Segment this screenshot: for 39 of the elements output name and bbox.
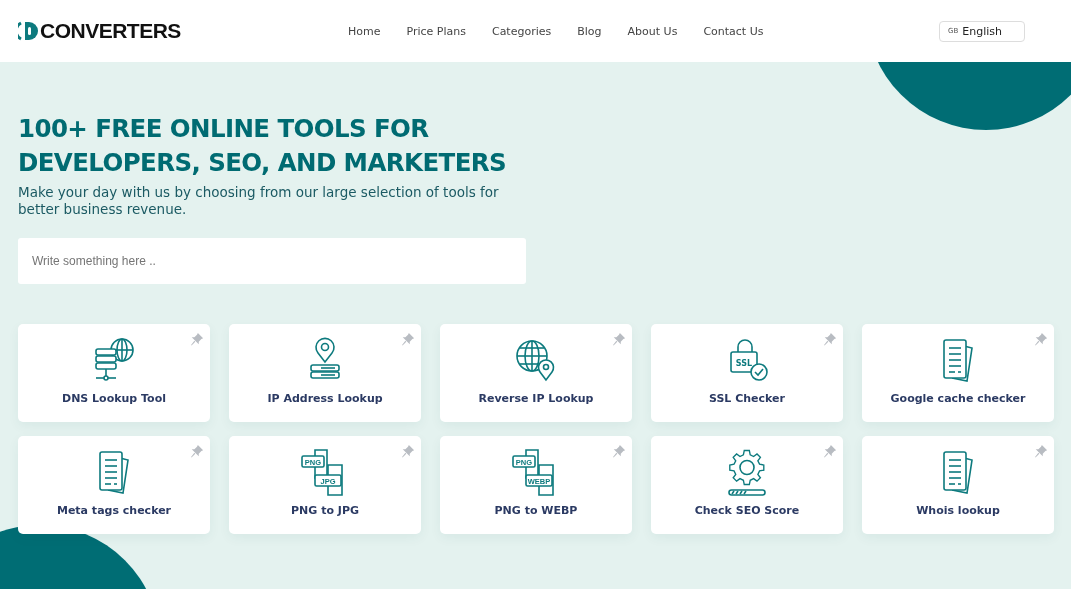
- pin-icon[interactable]: [612, 332, 626, 346]
- tool-name: Meta tags checker: [56, 504, 172, 517]
- tool-card[interactable]: Whois lookup: [862, 436, 1054, 534]
- tool-name: Google cache checker: [890, 392, 1026, 405]
- tool-card[interactable]: DNS Lookup Tool: [18, 324, 210, 422]
- logo-icon: [18, 20, 38, 42]
- tool-card[interactable]: Meta tags checker: [18, 436, 210, 534]
- tool-card[interactable]: SSL SSL Checker: [651, 324, 843, 422]
- hero-subtitle: Make your day with us by choosing from our large selection of tools for better business revenue.: [18, 184, 500, 218]
- tool-name: PNG to WEBP: [494, 504, 578, 517]
- tool-card[interactable]: Google cache checker: [862, 324, 1054, 422]
- tool-card[interactable]: IP Address Lookup: [229, 324, 421, 422]
- pin-icon[interactable]: [1034, 444, 1048, 458]
- tool-name: DNS Lookup Tool: [62, 392, 166, 405]
- pin-icon[interactable]: [401, 444, 415, 458]
- tool-name: Check SEO Score: [694, 504, 800, 517]
- tool-card[interactable]: Check SEO Score: [651, 436, 843, 534]
- pin-icon[interactable]: [190, 444, 204, 458]
- pin-icon[interactable]: [823, 332, 837, 346]
- pin-icon[interactable]: [1034, 332, 1048, 346]
- pin-icon[interactable]: [612, 444, 626, 458]
- pin-icon[interactable]: [823, 444, 837, 458]
- logo-text[interactable]: CONVERTERS: [40, 19, 181, 43]
- tool-name: Reverse IP Lookup: [478, 392, 594, 405]
- nav-link[interactable]: About Us: [627, 24, 678, 38]
- nav-link[interactable]: Categories: [491, 24, 552, 38]
- tool-name: Whois lookup: [916, 504, 1000, 517]
- tool-name: SSL Checker: [709, 392, 785, 405]
- nav-link[interactable]: Price Plans: [406, 24, 466, 38]
- tool-card[interactable]: Reverse IP Lookup: [440, 324, 632, 422]
- nav-link[interactable]: Blog: [577, 24, 602, 38]
- nav-link[interactable]: Contact Us: [703, 24, 764, 38]
- nav-link[interactable]: Home: [348, 24, 381, 38]
- tool-name: IP Address Lookup: [267, 392, 383, 405]
- hero-title: 100+ FREE ONLINE TOOLS FOR DEVELOPERS, SEO, AND MARKETERS: [18, 113, 508, 179]
- pin-icon[interactable]: [190, 332, 204, 346]
- pin-icon[interactable]: [401, 332, 415, 346]
- tool-name: PNG to JPG: [291, 504, 359, 517]
- search-field[interactable]: Write something here ..: [18, 238, 526, 284]
